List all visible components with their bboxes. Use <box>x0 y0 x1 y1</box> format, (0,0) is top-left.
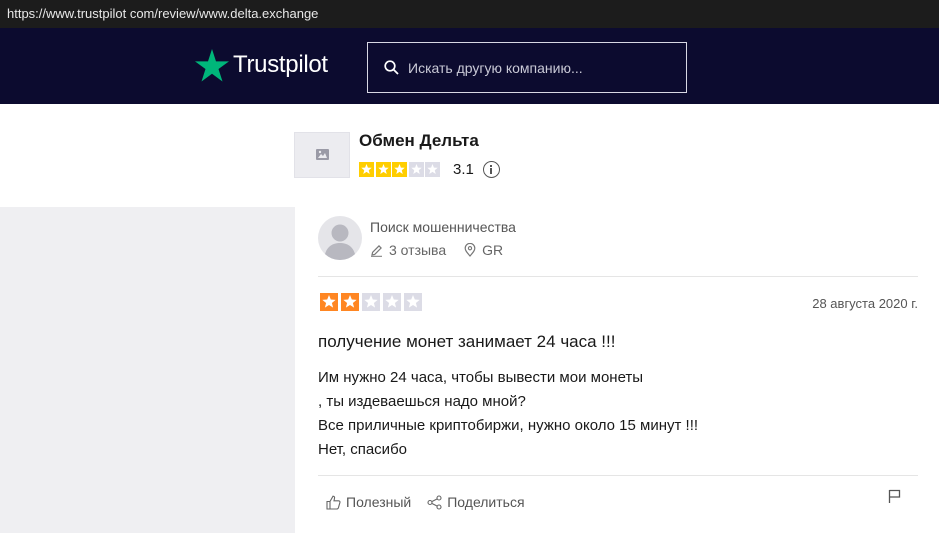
image-placeholder-icon <box>316 149 329 160</box>
company-score: 3.1 <box>453 161 474 178</box>
reviews-count: 3 отзыва <box>370 242 446 258</box>
divider <box>318 276 918 277</box>
review-body-line: Все приличные криптобиржи, нужно около 1… <box>318 417 699 434</box>
star-empty <box>404 293 422 311</box>
logo-text: Trustpilot <box>233 51 328 78</box>
star-filled <box>320 293 338 311</box>
search-input[interactable] <box>408 57 678 79</box>
trustpilot-logo[interactable]: Trustpilot <box>195 47 328 83</box>
company-logo[interactable] <box>294 132 350 178</box>
useful-label: Полезный <box>346 494 412 510</box>
browser-address-bar[interactable]: https://www.trustpilot com/review/www.de… <box>0 0 939 28</box>
review-title[interactable]: получение монет занимает 24 часа !!! <box>318 332 615 352</box>
star-logo-icon <box>195 48 229 81</box>
company-name[interactable]: Обмен Дельта <box>359 131 479 151</box>
reviewer-country: GR <box>464 242 503 258</box>
reviewer-name[interactable]: Поиск мошенничества <box>370 219 516 235</box>
company-rating-stars <box>359 162 442 177</box>
avatar[interactable] <box>318 216 362 260</box>
review-card: Поиск мошенничества 3 отзыва GR 28 авгус… <box>295 207 939 533</box>
review-body: Им нужно 24 часа, чтобы вывести мои моне… <box>318 366 698 462</box>
star-filled <box>341 293 359 311</box>
user-silhouette-icon <box>324 224 356 260</box>
review-body-line: , ты издеваешься надо мной? <box>318 393 526 410</box>
star-filled <box>359 162 374 177</box>
location-pin-icon <box>464 243 476 257</box>
country-text: GR <box>482 242 504 258</box>
url-text[interactable]: https://www.trustpilot com/review/www.de… <box>7 6 318 21</box>
divider <box>318 475 918 476</box>
star-empty <box>383 293 401 311</box>
site-header: Trustpilot <box>0 28 939 104</box>
star-empty <box>362 293 380 311</box>
company-search[interactable] <box>367 42 687 93</box>
reviewer-meta: 3 отзыва GR <box>370 242 521 258</box>
review-actions: Полезный Поделиться <box>326 494 541 510</box>
share-label: Поделиться <box>447 494 525 510</box>
review-date: 28 августа 2020 г. <box>812 296 918 311</box>
info-icon[interactable] <box>483 161 500 178</box>
review-rating-stars <box>320 293 425 311</box>
flag-icon[interactable] <box>888 489 901 504</box>
company-header: Обмен Дельта 3.1 <box>0 104 939 207</box>
share-button[interactable]: Поделиться <box>427 494 525 510</box>
pencil-icon <box>371 244 382 257</box>
thumbs-up-icon <box>326 495 341 510</box>
reviews-count-text: 3 отзыва <box>389 242 447 258</box>
useful-button[interactable]: Полезный <box>326 494 411 510</box>
star-filled <box>375 162 391 177</box>
star-empty <box>425 162 440 177</box>
search-icon <box>384 60 399 75</box>
share-icon <box>427 494 442 510</box>
review-body-line: Нет, спасибо <box>318 441 407 458</box>
star-filled <box>392 162 407 177</box>
review-body-line: Им нужно 24 часа, чтобы вывести мои моне… <box>318 369 644 386</box>
star-empty <box>408 162 424 177</box>
